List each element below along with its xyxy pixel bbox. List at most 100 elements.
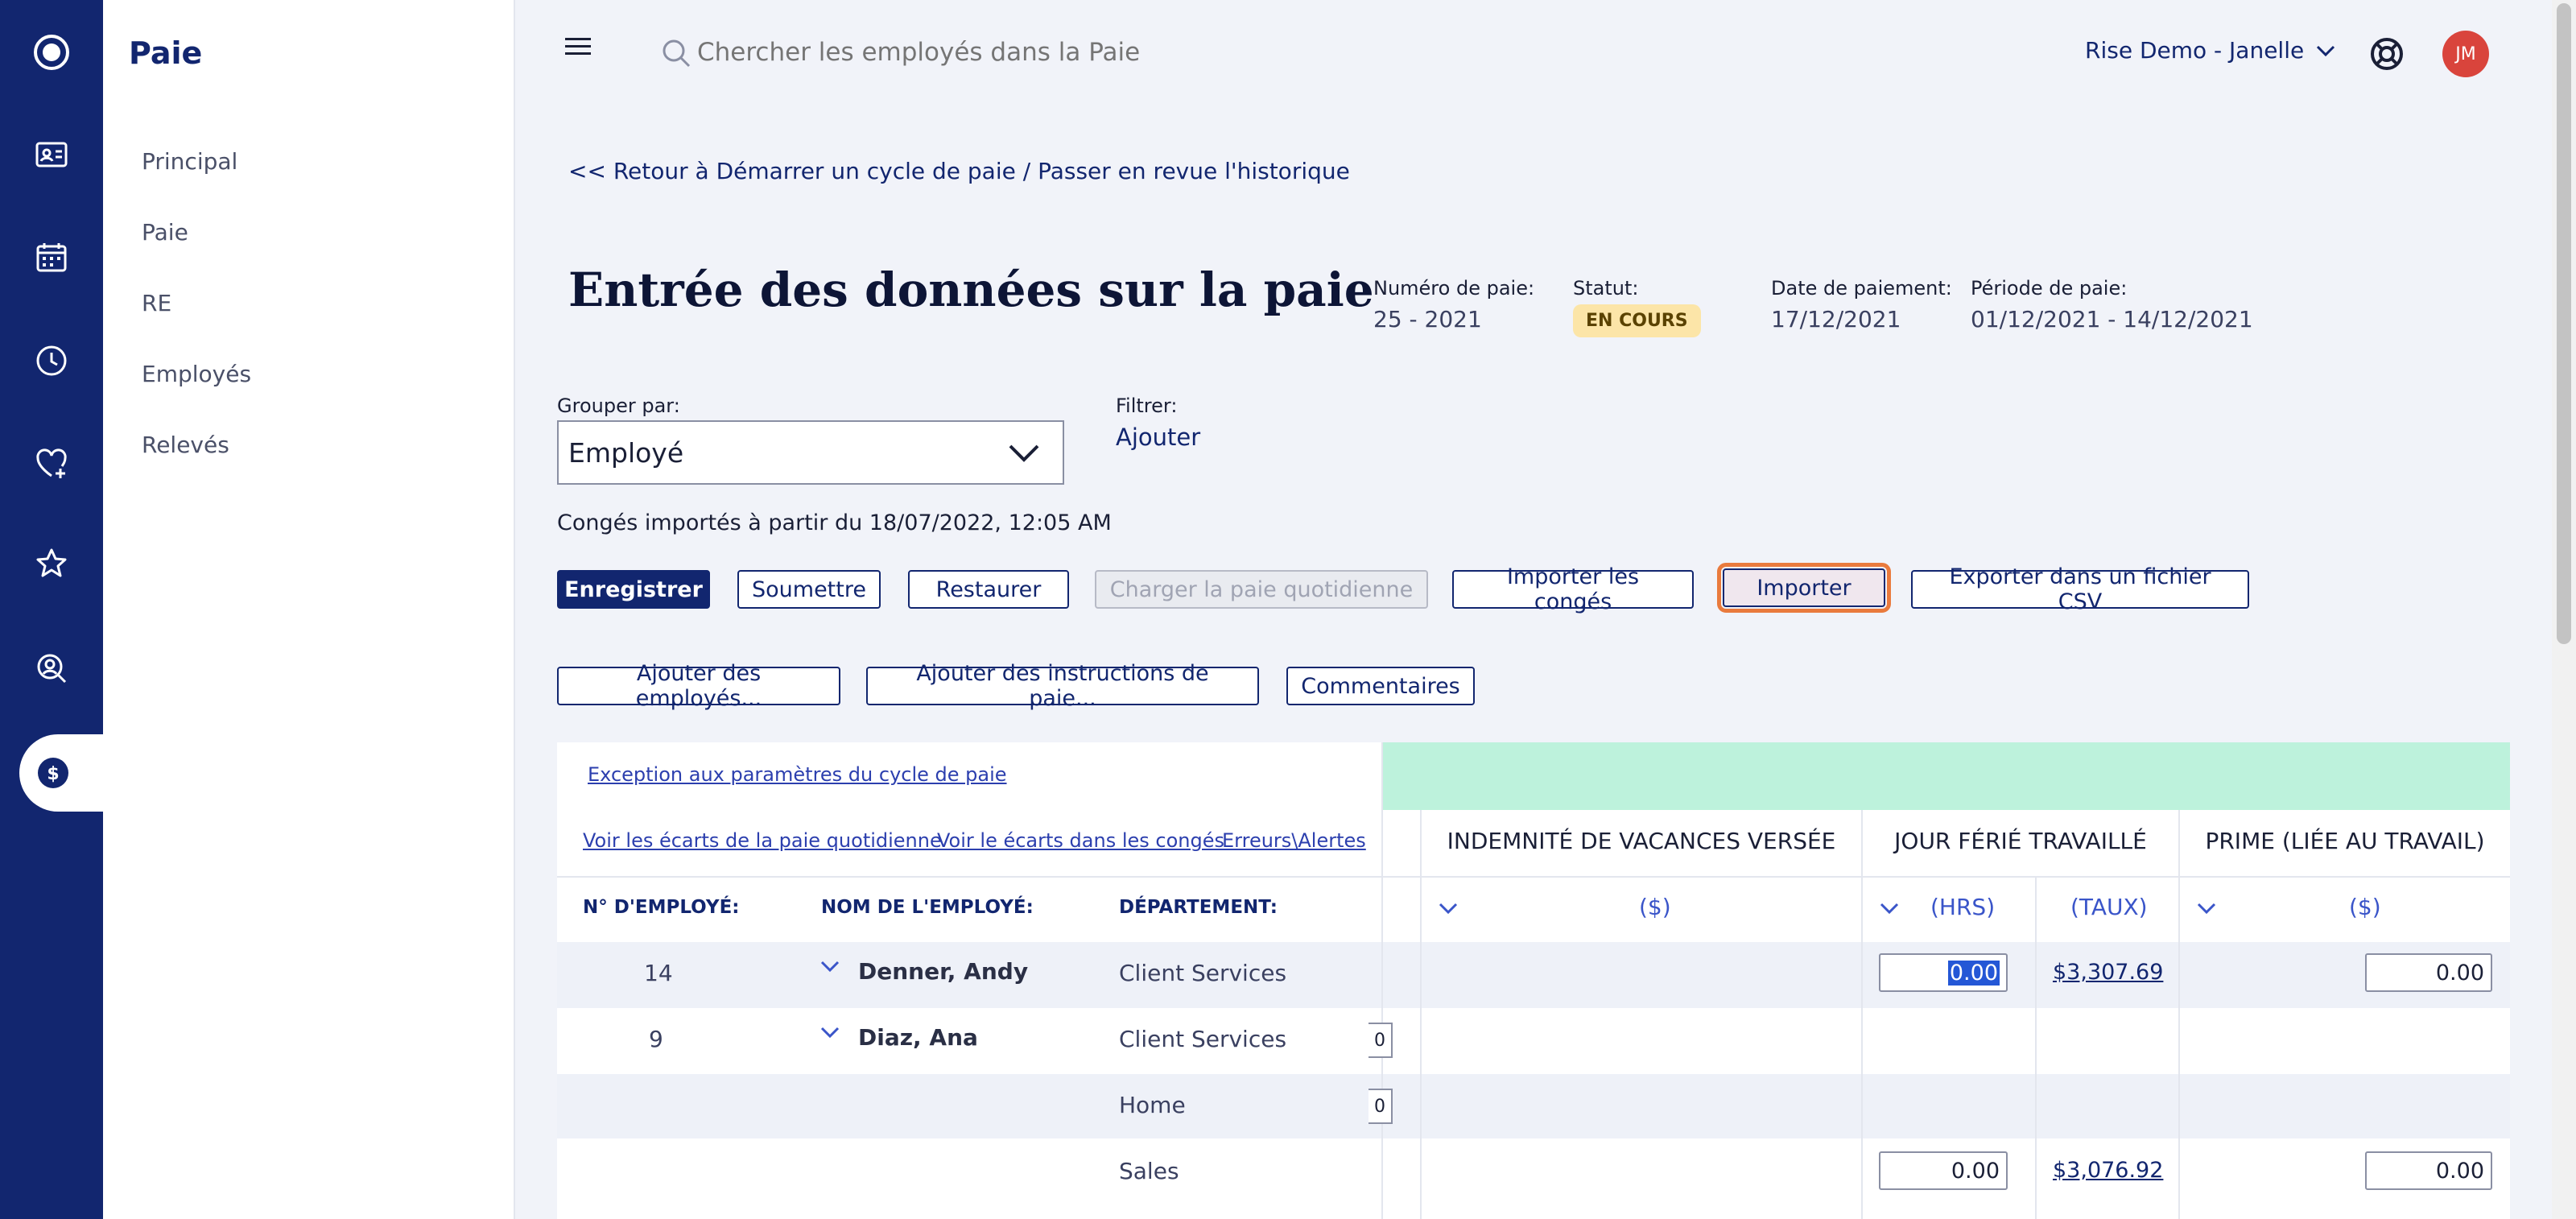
back-link[interactable]: << Retour à Démarrer un cycle de paie / … (568, 158, 1350, 184)
pay-date-label: Date de paiement: (1771, 277, 1952, 300)
filter-label: Filtrer: (1116, 395, 1178, 417)
subheader-holiday-hours: (HRS) (1930, 894, 1996, 920)
company-switcher[interactable]: Rise Demo - Janelle (2085, 37, 2336, 64)
holiday-rate-link[interactable]: $3,307.69 (2053, 960, 2163, 985)
chevron-down-icon[interactable] (2196, 900, 2217, 916)
app-rail: $ (0, 0, 103, 1219)
cell-emp-name: Diaz, Ana (858, 1024, 978, 1051)
table-row (557, 1138, 2510, 1205)
group-by-label: Grouper par: (557, 395, 680, 417)
table-row (557, 1008, 2510, 1074)
hamburger-menu-icon[interactable] (564, 32, 592, 61)
sidenav-item-principal[interactable]: Principal (142, 148, 237, 175)
svg-text:$: $ (47, 764, 59, 784)
chevron-down-icon (2317, 45, 2335, 56)
pay-period-value: 01/12/2021 - 14/12/2021 (1971, 306, 2253, 333)
id-card-icon[interactable] (0, 116, 103, 193)
group-by-select[interactable]: Employé (557, 420, 1064, 485)
cell-department: Client Services (1119, 1026, 1287, 1052)
group-header-bonus: PRIME (LIÉE AU TRAVAIL) (2205, 828, 2485, 854)
column-divider (2178, 810, 2180, 1219)
import-leave-button[interactable]: Importer les congés (1452, 564, 1694, 614)
subheader-holiday-rate: (TAUX) (2070, 894, 2148, 920)
cell-department: Client Services (1119, 960, 1287, 986)
column-divider (1861, 810, 1863, 1219)
cell-department: Home (1119, 1092, 1186, 1118)
daily-pay-variance-link[interactable]: Voir les écarts de la paie quotidienne (583, 829, 942, 852)
top-bar: Rise Demo - Janelle JM (515, 0, 2552, 105)
clock-icon[interactable] (0, 322, 103, 399)
chevron-down-icon[interactable] (1879, 900, 1900, 916)
search-input[interactable] (697, 31, 1422, 74)
pay-date-value: 17/12/2021 (1771, 306, 1901, 333)
status-label: Statut: (1573, 277, 1639, 300)
table-row (557, 942, 2510, 1008)
cell-emp-no: 9 (649, 1026, 663, 1052)
header-divider (557, 876, 2510, 878)
column-divider (1381, 742, 1383, 1219)
page-title: Entrée des données sur la paie (568, 262, 1374, 317)
filter-add-link[interactable]: Ajouter (1116, 424, 1200, 451)
bonus-amount-input[interactable]: 0.00 (2365, 953, 2492, 992)
import-button[interactable]: Importer (1717, 563, 1891, 613)
holiday-hours-input[interactable]: 0.00 (1879, 1151, 2008, 1190)
cell-department: Sales (1119, 1158, 1179, 1184)
holiday-rate-link[interactable]: $3,076.92 (2053, 1158, 2163, 1183)
group-header-holiday: JOUR FÉRIÉ TRAVAILLÉ (1894, 828, 2147, 854)
add-employees-button[interactable]: Ajouter des employés... (557, 661, 840, 711)
calendar-icon[interactable] (0, 219, 103, 296)
export-csv-button[interactable]: Exporter dans un fichier CSV (1911, 564, 2249, 614)
help-lifebuoy-icon[interactable] (2368, 35, 2405, 72)
col-header-emp-name[interactable]: NOM DE L'EMPLOYÉ: (821, 897, 1034, 918)
col-header-department[interactable]: DÉPARTEMENT: (1119, 897, 1278, 918)
sidenav-item-re[interactable]: RE (142, 290, 171, 316)
dollar-icon[interactable]: $ (19, 734, 103, 812)
group-by-value: Employé (568, 436, 684, 469)
add-pay-instructions-button[interactable]: Ajouter des instructions de paie... (866, 661, 1259, 711)
restore-button[interactable]: Restaurer (908, 570, 1069, 609)
col-header-emp-no[interactable]: N° D'EMPLOYÉ: (583, 897, 739, 918)
cell-emp-no: 14 (644, 960, 673, 986)
sidenav-item-paie[interactable]: Paie (142, 219, 188, 246)
cell-emp-name: Denner, Andy (858, 958, 1029, 985)
submit-button[interactable]: Soumettre (737, 570, 881, 609)
avatar[interactable]: JM (2442, 31, 2489, 77)
comments-button[interactable]: Commentaires (1286, 667, 1475, 705)
sidenav-title: Paie (129, 35, 203, 71)
column-divider (2035, 876, 2037, 1219)
clipped-input[interactable]: 0 (1368, 1023, 1393, 1058)
scrollbar-thumb[interactable] (2557, 3, 2571, 644)
expand-chevron-icon[interactable] (819, 958, 840, 974)
column-divider (1420, 810, 1422, 1219)
page-scrollbar[interactable] (2552, 0, 2576, 1219)
load-daily-pay-button[interactable]: Charger la paie quotidienne (1095, 570, 1428, 609)
heart-plus-icon[interactable] (0, 425, 103, 502)
person-search-icon[interactable] (0, 630, 103, 707)
holiday-hours-input[interactable]: 0.00 (1879, 953, 2008, 992)
pay-number-label: Numéro de paie: (1373, 277, 1535, 300)
pay-period-label: Période de paie: (1971, 277, 2128, 300)
chevron-down-icon[interactable] (1438, 900, 1459, 916)
star-icon[interactable] (0, 525, 103, 602)
sidenav-item-employes[interactable]: Employés (142, 361, 251, 387)
bonus-amount-input[interactable]: 0.00 (2365, 1151, 2492, 1190)
side-nav: Paie Principal Paie RE Employés Relevés (103, 0, 515, 1219)
errors-alerts-link[interactable]: Erreurs\Alertes (1222, 829, 1366, 852)
leave-variance-link[interactable]: Voir le écarts dans les congés (937, 829, 1224, 852)
company-name: Rise Demo - Janelle (2085, 37, 2305, 64)
header-band (1381, 742, 2510, 810)
pay-number-value: 25 - 2021 (1373, 306, 1482, 333)
expand-chevron-icon[interactable] (819, 1024, 840, 1040)
search-icon (663, 39, 691, 68)
cycle-exception-link[interactable]: Exception aux paramètres du cycle de pai… (588, 763, 1007, 786)
logo-icon[interactable] (0, 14, 103, 91)
subheader-bonus-amount: ($) (2349, 894, 2381, 920)
subheader-vacation-amount: ($) (1639, 894, 1671, 920)
import-note: Congés importés à partir du 18/07/2022, … (557, 510, 1112, 535)
clipped-input[interactable]: 0 (1368, 1089, 1393, 1124)
chevron-down-icon (1009, 444, 1039, 462)
sidenav-item-releves[interactable]: Relevés (142, 432, 229, 458)
status-badge: EN COURS (1573, 304, 1701, 337)
save-button[interactable]: Enregistrer (557, 570, 710, 609)
group-header-vacation: INDEMNITÉ DE VACANCES VERSÉE (1447, 828, 1836, 854)
